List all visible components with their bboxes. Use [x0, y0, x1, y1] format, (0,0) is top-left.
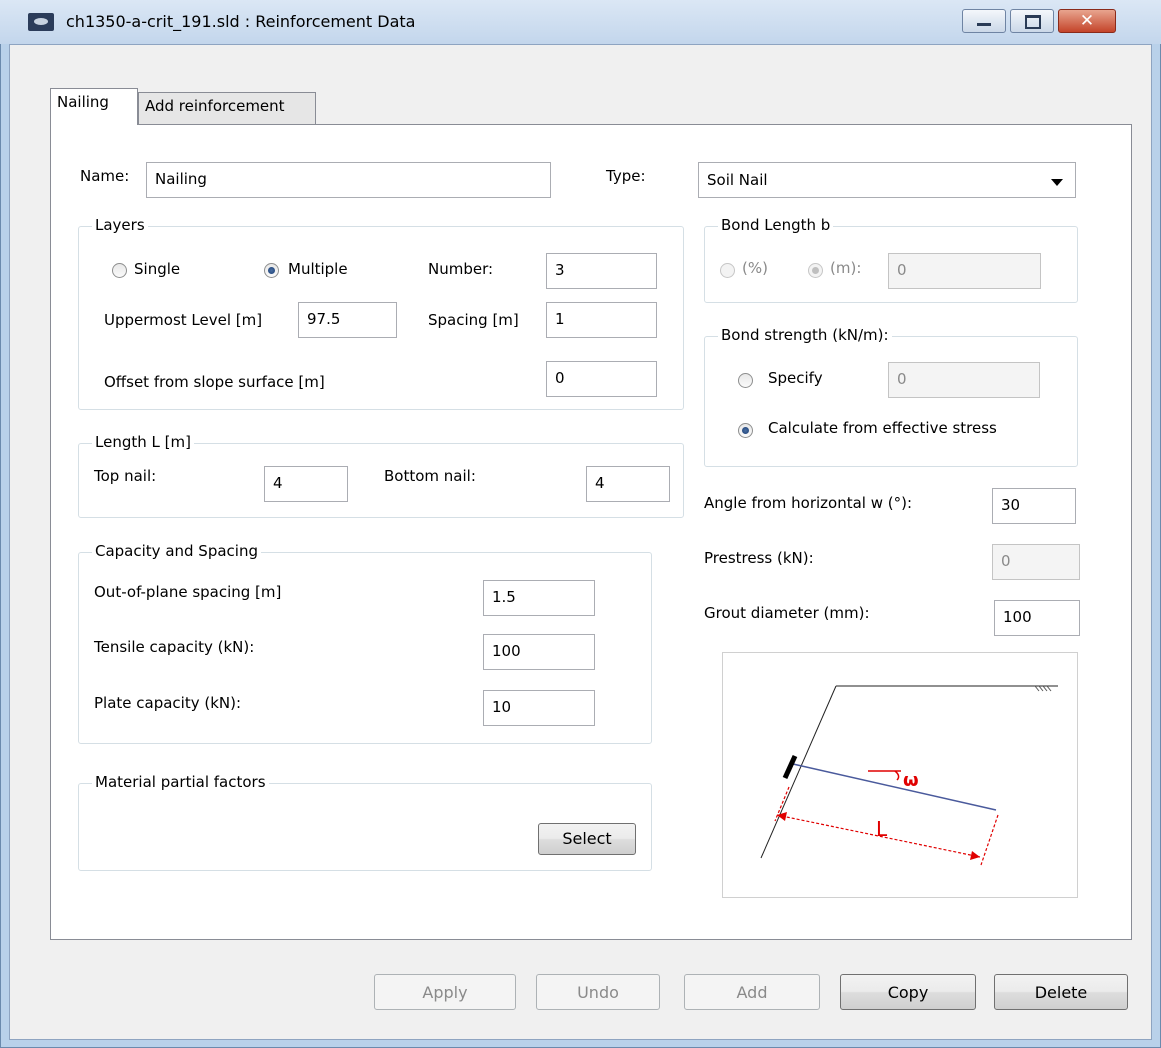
arrowhead-right-icon [970, 851, 980, 860]
multiple-label: Multiple [288, 260, 348, 278]
single-label: Single [134, 260, 181, 278]
face-plate [782, 754, 798, 780]
type-select-value: Soil Nail [707, 171, 768, 189]
name-label: Name: [80, 167, 130, 185]
arrowhead-left-icon [777, 812, 787, 821]
angle-field[interactable]: 30 [992, 488, 1076, 524]
top-nail-label: Top nail: [94, 467, 157, 485]
slope-face-line [760, 685, 837, 859]
calculate-radio[interactable] [738, 423, 753, 438]
title-bar[interactable]: ch1350-a-crit_191.sld : Reinforcement Da… [0, 0, 1161, 44]
window-title: ch1350-a-crit_191.sld : Reinforcement Da… [66, 12, 416, 31]
bond-length-legend: Bond Length b [718, 216, 834, 234]
out-of-plane-label: Out-of-plane spacing [m] [94, 583, 282, 601]
bond-m-radio[interactable] [808, 263, 823, 278]
number-field[interactable]: 3 [546, 253, 657, 289]
bond-percent-label: (%) [742, 259, 768, 277]
bottom-nail-field[interactable]: 4 [586, 466, 670, 502]
app-icon [28, 13, 54, 31]
length-extension-right [980, 814, 999, 866]
layers-legend: Layers [92, 216, 148, 234]
specify-label: Specify [768, 369, 823, 387]
top-nail-field[interactable]: 4 [264, 466, 348, 502]
minimize-button[interactable] [962, 9, 1006, 33]
omega-label: ω [903, 770, 919, 791]
offset-field[interactable]: 0 [546, 361, 657, 397]
tab-nailing[interactable]: Nailing [50, 88, 138, 125]
name-field[interactable]: Nailing [146, 162, 551, 198]
bond-strength-legend: Bond strength (kN/m): [718, 326, 892, 344]
close-icon: ✕ [1079, 11, 1095, 31]
capacity-legend: Capacity and Spacing [92, 542, 261, 560]
bond-m-label: (m): [830, 259, 862, 277]
tensile-capacity-label: Tensile capacity (kN): [94, 638, 255, 656]
bottom-nail-label: Bottom nail: [384, 467, 476, 485]
out-of-plane-field[interactable]: 1.5 [483, 580, 595, 616]
type-select[interactable]: Soil Nail [698, 162, 1076, 198]
uppermost-level-label: Uppermost Level [m] [104, 311, 263, 329]
tensile-capacity-field[interactable]: 100 [483, 634, 595, 670]
specify-field[interactable]: 0 [888, 362, 1040, 398]
select-button[interactable]: Select [538, 823, 636, 855]
plate-capacity-field[interactable]: 10 [483, 690, 595, 726]
bond-percent-radio[interactable] [720, 263, 735, 278]
tab-add-reinforcement[interactable]: Add reinforcement [138, 92, 316, 125]
bond-length-field[interactable]: 0 [888, 253, 1041, 289]
chevron-down-icon [1051, 179, 1063, 186]
calculate-label: Calculate from effective stress [768, 419, 997, 437]
maximize-button[interactable] [1010, 9, 1054, 33]
length-legend: Length L [m] [92, 433, 194, 451]
bond-strength-group [704, 336, 1078, 467]
material-legend: Material partial factors [92, 773, 269, 791]
delete-button[interactable]: Delete [994, 974, 1128, 1010]
spacing-field[interactable]: 1 [546, 302, 657, 338]
angle-arc [894, 770, 900, 781]
undo-button[interactable]: Undo [536, 974, 660, 1010]
add-button[interactable]: Add [684, 974, 820, 1010]
prestress-label: Prestress (kN): [704, 549, 814, 567]
uppermost-level-field[interactable]: 97.5 [298, 302, 397, 338]
grout-diameter-field[interactable]: 100 [994, 600, 1080, 636]
nail-diagram: ω L [722, 652, 1078, 898]
copy-button[interactable]: Copy [840, 974, 976, 1010]
ground-hatch-icon [1034, 685, 1052, 692]
type-label: Type: [606, 167, 646, 185]
single-radio[interactable] [112, 263, 127, 278]
specify-radio[interactable] [738, 373, 753, 388]
offset-label: Offset from slope surface [m] [104, 373, 325, 391]
apply-button[interactable]: Apply [374, 974, 516, 1010]
multiple-radio[interactable] [264, 263, 279, 278]
close-button[interactable]: ✕ [1058, 9, 1116, 33]
number-label: Number: [428, 260, 494, 278]
nail-diagram-svg: ω L [760, 685, 1058, 866]
prestress-field[interactable]: 0 [992, 544, 1080, 580]
plate-capacity-label: Plate capacity (kN): [94, 694, 242, 712]
spacing-label: Spacing [m] [428, 311, 519, 329]
length-label: L [876, 817, 888, 841]
grout-diameter-label: Grout diameter (mm): [704, 604, 870, 622]
angle-label: Angle from horizontal w (°): [704, 494, 913, 512]
